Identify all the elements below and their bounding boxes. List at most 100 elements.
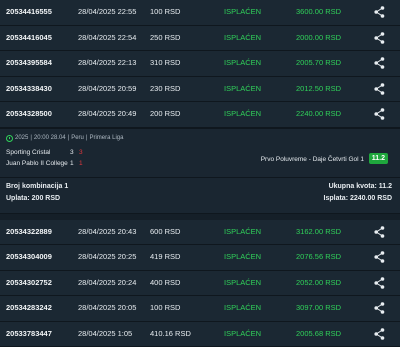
ticket-stake: 419 RSD [150, 245, 180, 270]
share-button[interactable] [372, 271, 386, 296]
ticket-stake: 410.16 RSD [150, 322, 191, 347]
ticket-id: 20534416045 [6, 26, 52, 51]
ticket-date: 28/04/2025 22:54 [78, 26, 136, 51]
ticket-row[interactable]: 20534322889 28/04/2025 20:43 600 RSD ISPLAĆ… [0, 220, 400, 246]
ticket-status: ISPLAĆEN [224, 245, 261, 270]
ticket-row[interactable]: 20533783447 28/04/2025 1:05 410.16 RSD ISPL… [0, 322, 400, 347]
match-time: 20:00 28.04 [34, 135, 66, 141]
share-button[interactable] [372, 245, 386, 270]
ticket-stake: 310 RSD [150, 51, 180, 76]
home-score: 3 [70, 149, 74, 156]
ticket-status: ISPLAĆEN [224, 77, 261, 102]
ticket-win: 3162.00 RSD [296, 220, 341, 245]
home-score-ht: 3 [79, 149, 83, 156]
ticket-row[interactable]: 20534416045 28/04/2025 22:54 250 RSD ISPLAĆ… [0, 26, 400, 52]
ticket-status: ISPLAĆEN [224, 0, 261, 25]
ticket-date: 28/04/2025 1:05 [78, 322, 132, 347]
stake: Uplata: 200 RSD [6, 195, 60, 202]
ticket-stake: 250 RSD [150, 26, 180, 51]
detail-divider [0, 177, 400, 178]
combinations-count: Broj kombinacija 1 [6, 183, 68, 190]
ticket-date: 28/04/2025 22:55 [78, 0, 136, 25]
ticket-stake: 400 RSD [150, 271, 180, 296]
share-button[interactable] [372, 77, 386, 102]
ticket-status: ISPLAĆEN [224, 296, 261, 321]
ticket-row[interactable]: 20534302752 28/04/2025 20:24 400 RSD ISPLAĆ… [0, 271, 400, 297]
ticket-id: 20534322889 [6, 220, 52, 245]
tickets-list-top: 20534416555 28/04/2025 22:55 100 RSD ISPLAĆ… [0, 0, 400, 128]
clock-icon [6, 135, 13, 142]
ticket-status: ISPLAĆEN [224, 271, 261, 296]
share-button[interactable] [372, 102, 386, 127]
share-icon [374, 57, 385, 69]
share-icon [374, 226, 385, 238]
ticket-row[interactable]: 20534338430 28/04/2025 20:59 230 RSD ISPLAĆ… [0, 77, 400, 103]
ticket-row[interactable]: 20534395584 28/04/2025 22:13 310 RSD ISPLAĆ… [0, 51, 400, 77]
bet-type: Prvo Poluvreme - Daje Četvrti Gol 1 [261, 156, 364, 163]
ticket-status: ISPLAĆEN [224, 102, 261, 127]
share-icon [374, 83, 385, 95]
ticket-win: 3600.00 RSD [296, 0, 341, 25]
ticket-id: 20534338430 [6, 77, 52, 102]
share-button[interactable] [372, 296, 386, 321]
ticket-id: 20534283242 [6, 296, 52, 321]
ticket-status: ISPLAĆEN [224, 51, 261, 76]
ticket-win: 2005.68 RSD [296, 322, 341, 347]
ticket-id: 20534302752 [6, 271, 52, 296]
meta-sep-3: | [86, 135, 88, 141]
ticket-date: 28/04/2025 20:25 [78, 245, 136, 270]
ticket-stake: 100 RSD [150, 296, 180, 321]
ticket-win: 2052.00 RSD [296, 271, 341, 296]
ticket-status: ISPLAĆEN [224, 322, 261, 347]
ticket-row[interactable]: 20534416555 28/04/2025 22:55 100 RSD ISPLAĆ… [0, 0, 400, 26]
ticket-win: 2012.50 RSD [296, 77, 341, 102]
home-team: Sporting Cristal [6, 149, 50, 156]
ticket-date: 28/04/2025 20:49 [78, 102, 136, 127]
share-button[interactable] [372, 0, 386, 25]
ticket-row[interactable]: 20534304009 28/04/2025 20:25 419 RSD ISPLAĆ… [0, 245, 400, 271]
ticket-win: 2240.00 RSD [296, 102, 341, 127]
ticket-status: ISPLAĆEN [224, 26, 261, 51]
share-button[interactable] [372, 220, 386, 245]
ticket-detail-panel: 2025 | 20:00 28.04 | Peru | Primera Liga… [0, 128, 400, 214]
ticket-id: 20533783447 [6, 322, 52, 347]
meta-sep-2: | [68, 135, 70, 141]
share-icon [374, 277, 385, 289]
match-league: Primera Liga [89, 135, 123, 141]
match-country: Peru [71, 135, 84, 141]
tickets-list-bottom: 20534322889 28/04/2025 20:43 600 RSD ISPLAĆ… [0, 220, 400, 347]
match-meta: 2025 | 20:00 28.04 | Peru | Primera Liga [6, 135, 123, 142]
ticket-id: 20534395584 [6, 51, 52, 76]
ticket-stake: 230 RSD [150, 77, 180, 102]
ticket-status: ISPLAĆEN [224, 220, 261, 245]
ticket-win: 3097.00 RSD [296, 296, 341, 321]
away-score-ht: 1 [79, 160, 83, 167]
share-icon [374, 32, 385, 44]
match-year: 2025 [15, 135, 28, 141]
ticket-row[interactable]: 2053432850028/04/2025 20:49200 RSDISPLAĆ… [0, 102, 400, 128]
share-button[interactable] [372, 322, 386, 347]
ticket-id: 20534304009 [6, 245, 52, 270]
ticket-stake: 100 RSD [150, 0, 180, 25]
ticket-date: 28/04/2025 22:13 [78, 51, 136, 76]
share-icon [374, 328, 385, 340]
meta-sep-1: | [30, 135, 32, 141]
share-icon [374, 6, 385, 18]
ticket-date: 28/04/2025 20:59 [78, 77, 136, 102]
ticket-date: 28/04/2025 20:05 [78, 296, 136, 321]
payout: Isplata: 2240.00 RSD [324, 195, 392, 202]
share-icon [374, 251, 385, 263]
ticket-id: 20534416555 [6, 0, 52, 25]
ticket-date: 28/04/2025 20:24 [78, 271, 136, 296]
odd-badge: 11.2 [369, 153, 388, 164]
ticket-win: 2005.70 RSD [296, 51, 341, 76]
ticket-win: 2000.00 RSD [296, 26, 341, 51]
share-button[interactable] [372, 26, 386, 51]
ticket-row[interactable]: 20534283242 28/04/2025 20:05 100 RSD ISPLAĆ… [0, 296, 400, 322]
share-button[interactable] [372, 51, 386, 76]
ticket-win: 2076.56 RSD [296, 245, 341, 270]
ticket-date: 28/04/2025 20:43 [78, 220, 136, 245]
ticket-stake: 600 RSD [150, 220, 180, 245]
share-icon [374, 302, 385, 314]
total-odd: Ukupna kvota: 11.2 [329, 183, 392, 190]
